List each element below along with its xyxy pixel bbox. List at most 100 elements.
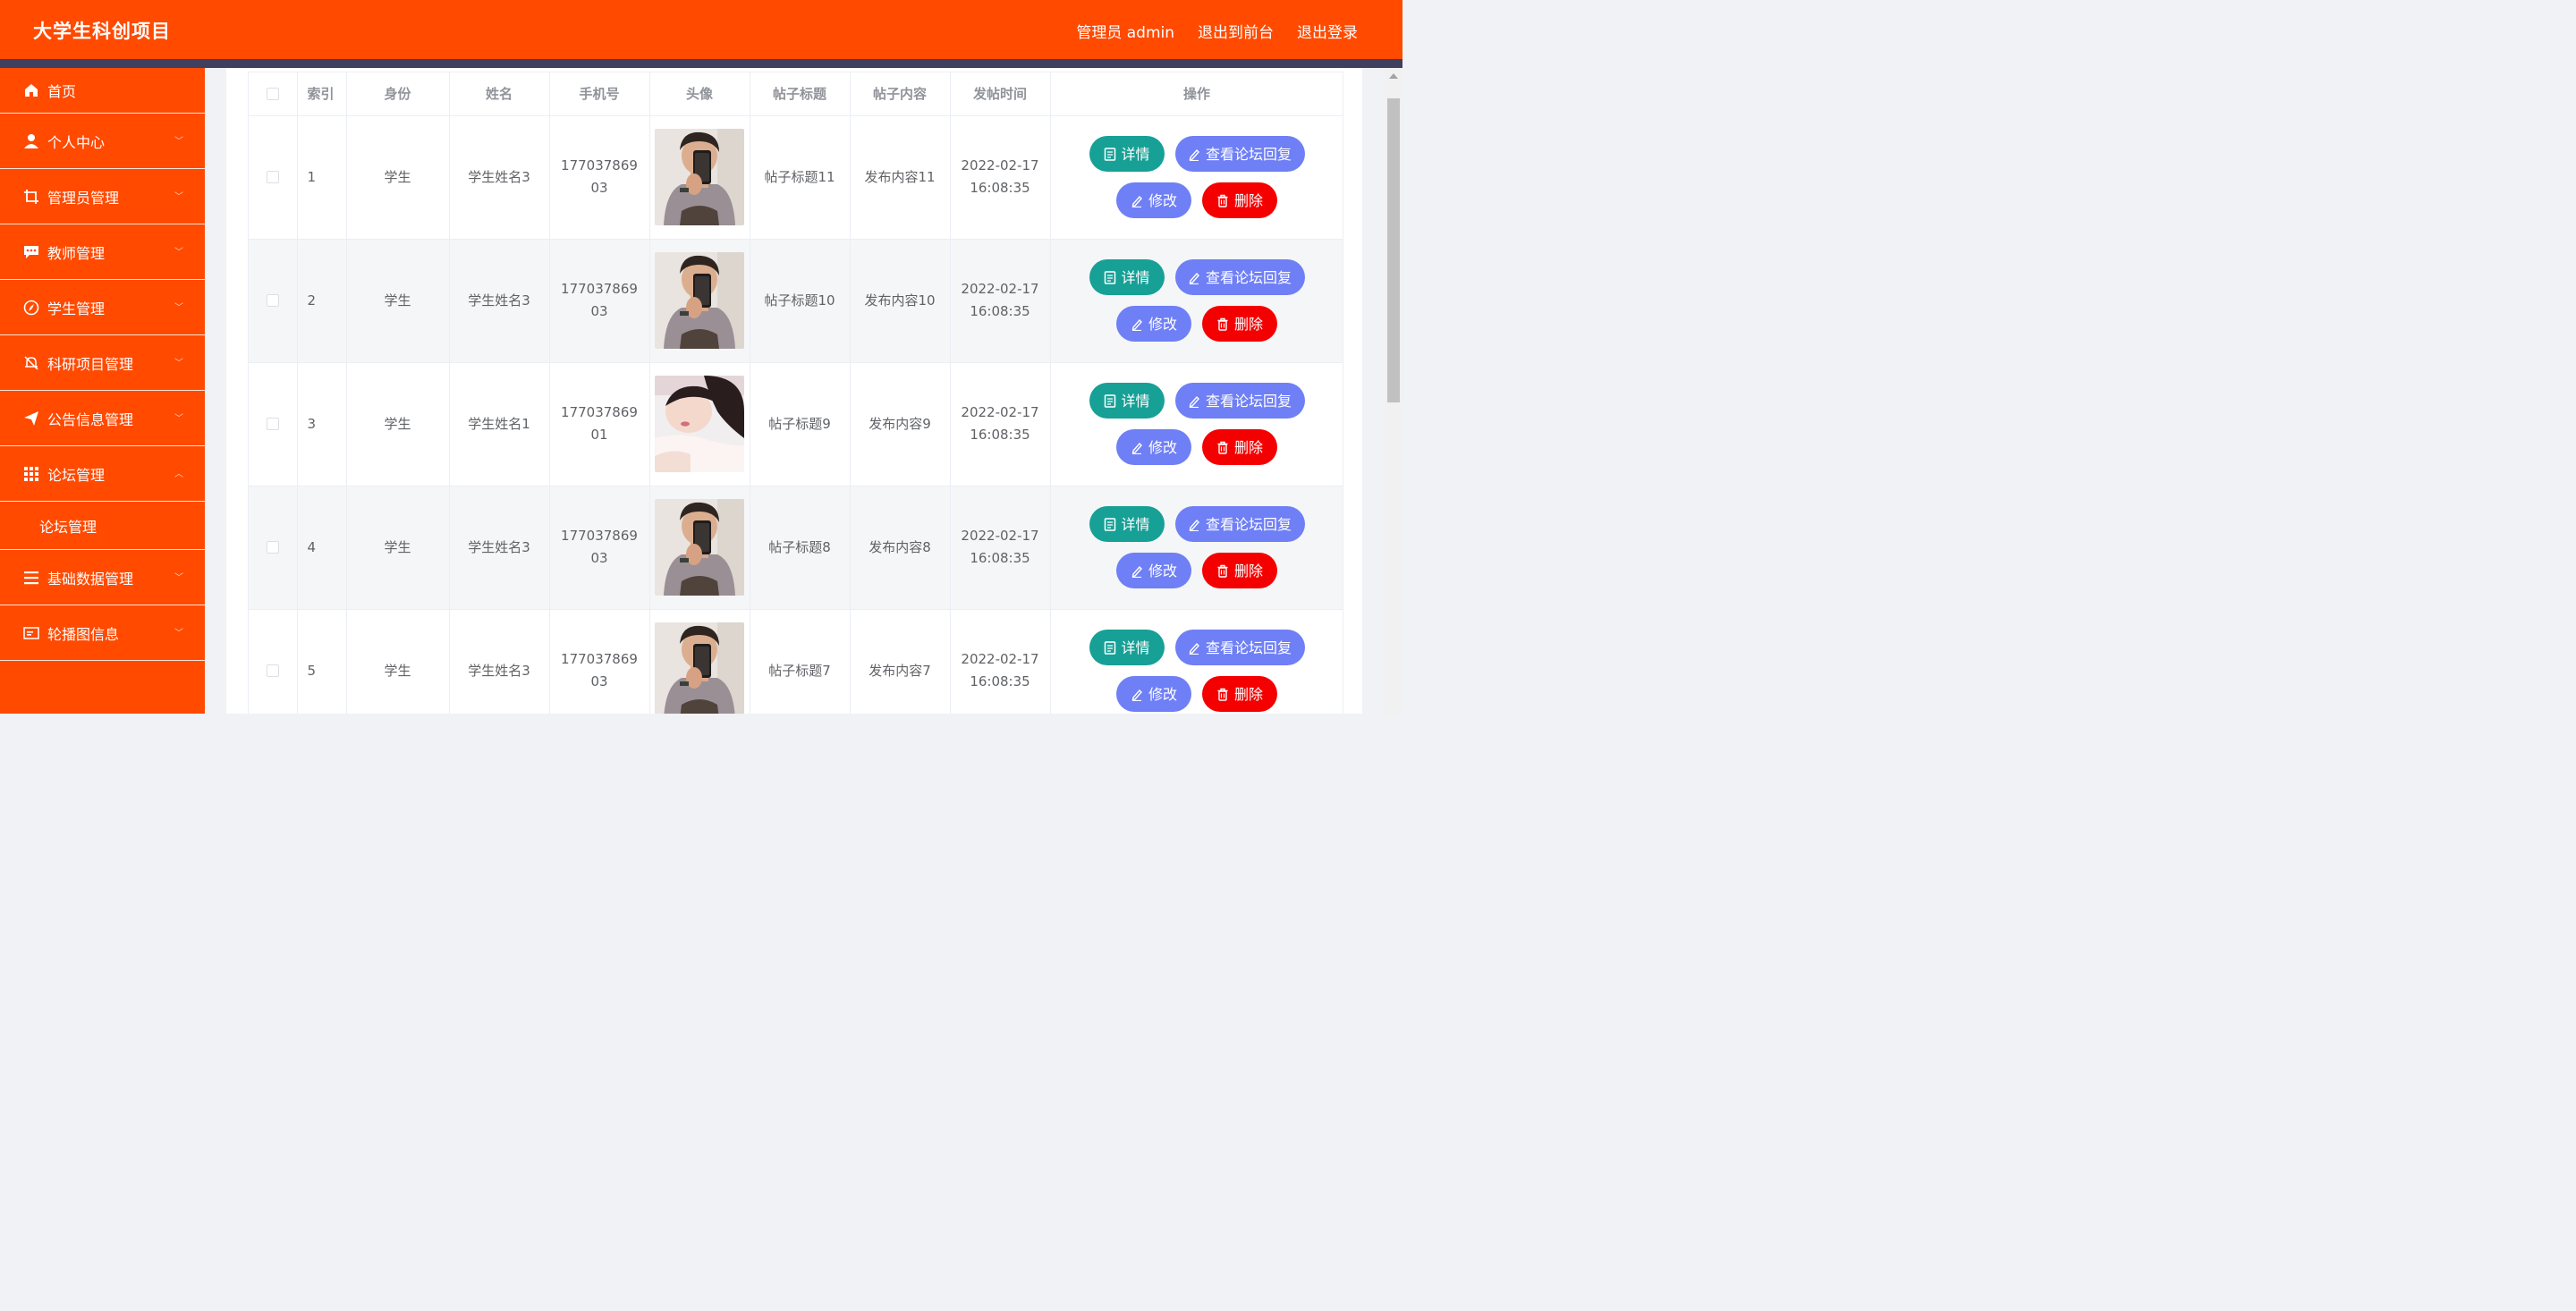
view-replies-button[interactable]: 查看论坛回复 <box>1174 630 1305 665</box>
exit-to-front-link[interactable]: 退出到前台 <box>1198 20 1274 42</box>
edit-button[interactable]: 修改 <box>1116 676 1191 712</box>
sidebar-item-admin[interactable]: 管理员管理 ﹀ <box>0 169 205 224</box>
cell-actions: 详情 查看论坛回复修改 删除 <box>1050 609 1343 714</box>
sidebar-item-student[interactable]: 学生管理 ﹀ <box>0 280 205 335</box>
sidebar-item-home[interactable]: 首页 <box>0 68 205 114</box>
sidebar-item-label: 学生管理 <box>47 300 106 317</box>
cell-role: 学生 <box>346 362 450 486</box>
delete-button[interactable]: 删除 <box>1202 553 1277 588</box>
edit-button-label: 修改 <box>1148 191 1178 209</box>
sidebar-subitem-forum[interactable]: 论坛管理 <box>0 502 205 550</box>
row-select-cell[interactable] <box>249 115 298 240</box>
view-replies-button[interactable]: 查看论坛回复 <box>1174 506 1305 542</box>
chevron-down-icon: ﹀ <box>174 572 183 583</box>
cell-post-content: 发布内容7 <box>850 609 951 714</box>
row-checkbox[interactable] <box>266 171 279 183</box>
detail-button[interactable]: 详情 <box>1089 136 1165 172</box>
cell-post-title: 帖子标题7 <box>750 609 851 714</box>
post-date: 2022-02-17 <box>961 157 1039 173</box>
cell-post-content: 发布内容11 <box>850 115 951 240</box>
cell-phone: 177037869 03 <box>549 239 650 363</box>
edit-button[interactable]: 修改 <box>1116 306 1191 342</box>
scrollbar-thumb[interactable] <box>1387 98 1400 402</box>
cell-post-title: 帖子标题11 <box>750 115 851 240</box>
row-checkbox[interactable] <box>266 664 279 677</box>
sidebar-item-research[interactable]: 科研项目管理 ﹀ <box>0 335 205 391</box>
avatar-image[interactable] <box>655 129 744 225</box>
page-scrollbar[interactable] <box>1385 68 1402 714</box>
post-time: 16:08:35 <box>970 303 1030 319</box>
detail-button[interactable]: 详情 <box>1089 630 1165 665</box>
row-checkbox[interactable] <box>266 541 279 554</box>
cell-name: 学生姓名3 <box>449 486 550 610</box>
sidebar-item-banner[interactable]: 轮播图信息 ﹀ <box>0 605 205 661</box>
sidebar-item-forum[interactable]: 论坛管理 ︿ <box>0 446 205 502</box>
document-icon <box>1104 147 1116 161</box>
cell-index: 2 <box>297 239 347 363</box>
col-header-index: 索引 <box>297 72 347 116</box>
avatar-image[interactable] <box>655 622 744 714</box>
view-replies-button[interactable]: 查看论坛回复 <box>1174 383 1305 419</box>
row-select-cell[interactable] <box>249 239 298 363</box>
table-row: 5 学生 学生姓名3 177037869 03 帖子标题7 发布内容7 2022-02-17 1… <box>249 609 1343 714</box>
delete-button-label: 删除 <box>1234 438 1264 456</box>
detail-button[interactable]: 详情 <box>1089 259 1165 295</box>
post-time: 16:08:35 <box>970 673 1030 689</box>
delete-button[interactable]: 删除 <box>1202 182 1277 218</box>
chevron-down-icon: ﹀ <box>174 191 183 202</box>
bell-off-icon <box>23 355 39 371</box>
sidebar-item-teacher[interactable]: 教师管理 ﹀ <box>0 224 205 280</box>
cell-post-title: 帖子标题9 <box>750 362 851 486</box>
cell-actions: 详情 查看论坛回复修改 删除 <box>1050 362 1343 486</box>
trash-icon <box>1216 317 1229 331</box>
view-replies-button[interactable]: 查看论坛回复 <box>1174 259 1305 295</box>
edit-button[interactable]: 修改 <box>1116 553 1191 588</box>
cell-avatar <box>649 239 750 363</box>
row-select-cell[interactable] <box>249 486 298 610</box>
delete-button[interactable]: 删除 <box>1202 676 1277 712</box>
avatar-image[interactable] <box>655 252 744 349</box>
delete-button[interactable]: 删除 <box>1202 306 1277 342</box>
cell-index: 4 <box>297 486 347 610</box>
compass-icon <box>23 300 39 316</box>
chevron-down-icon: ﹀ <box>174 247 183 258</box>
trash-icon <box>1216 688 1229 701</box>
sidebar-item-notice[interactable]: 公告信息管理 ﹀ <box>0 391 205 446</box>
col-header-title: 帖子标题 <box>750 72 851 116</box>
banner-icon <box>23 625 39 641</box>
view-replies-button[interactable]: 查看论坛回复 <box>1174 136 1305 172</box>
sidebar-item-label: 科研项目管理 <box>47 355 134 373</box>
edit-button[interactable]: 修改 <box>1116 182 1191 218</box>
cell-actions: 详情 查看论坛回复修改 删除 <box>1050 115 1343 240</box>
table-row: 4 学生 学生姓名3 177037869 03 帖子标题8 发布内容8 2022-02-17 1… <box>249 486 1343 610</box>
sidebar-item-label: 个人中心 <box>47 133 106 151</box>
detail-button[interactable]: 详情 <box>1089 506 1165 542</box>
edit-pen-icon <box>1131 564 1143 578</box>
delete-button[interactable]: 删除 <box>1202 429 1277 465</box>
phone-line-1: 177037869 <box>561 157 638 173</box>
detail-button-label: 详情 <box>1121 515 1150 533</box>
view-replies-button-label: 查看论坛回复 <box>1206 515 1292 533</box>
detail-button[interactable]: 详情 <box>1089 383 1165 419</box>
row-checkbox[interactable] <box>266 418 279 430</box>
edit-button[interactable]: 修改 <box>1116 429 1191 465</box>
cell-name: 学生姓名3 <box>449 115 550 240</box>
header-actions: 管理员 admin 退出到前台 退出登录 <box>1076 20 1358 42</box>
select-all-checkbox[interactable] <box>266 88 279 101</box>
select-all-cell[interactable] <box>249 72 298 116</box>
sidebar-item-profile[interactable]: 个人中心 ﹀ <box>0 114 205 169</box>
table-row: 3 学生 学生姓名1 177037869 01 帖子标题9 发布内容9 2022-02-17 1… <box>249 362 1343 486</box>
scroll-up-arrow-icon[interactable] <box>1389 73 1398 79</box>
phone-line-2: 01 <box>590 427 608 443</box>
sidebar-item-basedata[interactable]: 基础数据管理 ﹀ <box>0 550 205 605</box>
logout-link[interactable]: 退出登录 <box>1297 20 1358 42</box>
cell-phone: 177037869 03 <box>549 115 650 240</box>
row-select-cell[interactable] <box>249 609 298 714</box>
avatar-image[interactable] <box>655 499 744 596</box>
avatar-image[interactable] <box>655 376 744 472</box>
row-checkbox[interactable] <box>266 294 279 307</box>
edit-pen-icon <box>1131 688 1143 701</box>
row-select-cell[interactable] <box>249 362 298 486</box>
edit-pen-icon <box>1188 641 1200 655</box>
sidebar-item-label: 论坛管理 <box>47 466 106 484</box>
